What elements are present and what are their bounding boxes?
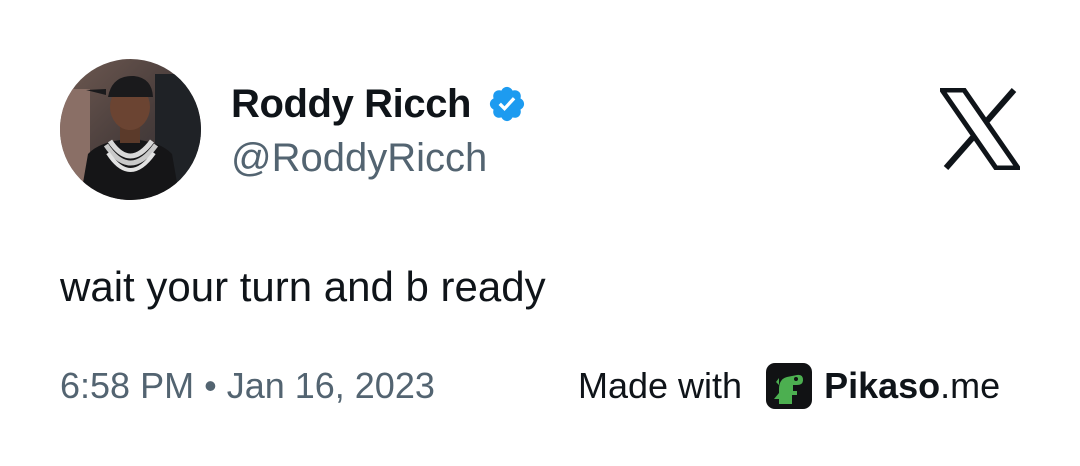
- tweet-timestamp[interactable]: 6:58 PM • Jan 16, 2023: [60, 362, 435, 410]
- author-name-row: Roddy Ricch: [231, 78, 527, 130]
- avatar-image: [60, 59, 201, 200]
- tweet-date: Jan 16, 2023: [226, 365, 435, 406]
- pikaso-brand: Pikaso .me: [824, 362, 1000, 410]
- brand-name: Pikaso: [824, 365, 941, 406]
- avatar[interactable]: [60, 59, 201, 200]
- tweet-text: wait your turn and b ready: [60, 263, 546, 310]
- author-handle[interactable]: @RoddyRicch: [231, 133, 487, 183]
- meta-separator: •: [204, 365, 217, 406]
- tweet-time: 6:58 PM: [60, 365, 195, 406]
- verified-badge-icon: [487, 84, 527, 124]
- made-with-watermark[interactable]: Made with Pikaso .me: [578, 362, 1000, 410]
- pikaso-dino-icon: [766, 363, 813, 409]
- made-with-label: Made with: [578, 365, 743, 406]
- x-logo-icon[interactable]: [937, 87, 1023, 171]
- display-name[interactable]: Roddy Ricch: [231, 78, 471, 130]
- brand-suffix: .me: [940, 365, 1001, 406]
